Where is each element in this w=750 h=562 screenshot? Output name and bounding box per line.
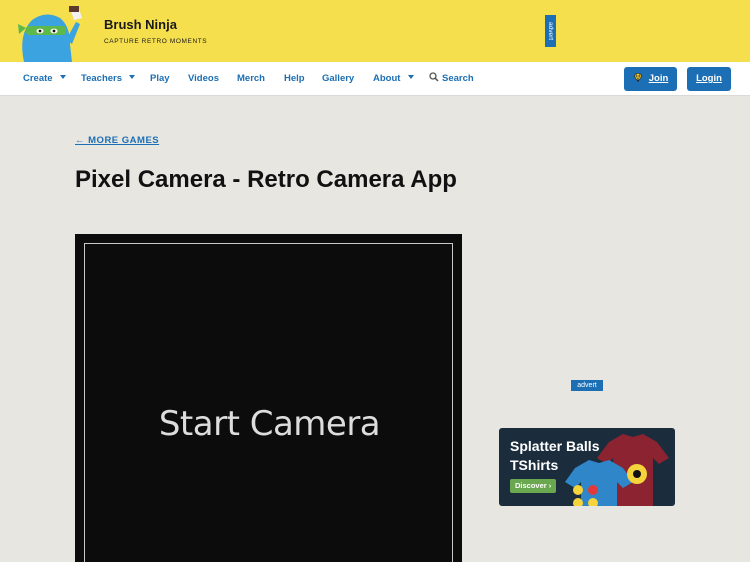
nav-item-about[interactable]: About (373, 62, 400, 96)
nav-item-help[interactable]: Help (284, 62, 305, 96)
gem-icon (633, 73, 643, 82)
ninja-logo-icon[interactable] (16, 4, 88, 62)
ad-headline-2: TShirts (510, 457, 559, 473)
chevron-down-icon[interactable] (129, 75, 135, 79)
nav-item-merch[interactable]: Merch (237, 62, 265, 96)
brand-tagline: CAPTURE RETRO MOMENTS (104, 38, 208, 45)
login-button[interactable]: Login (687, 67, 731, 91)
nav-item-gallery[interactable]: Gallery (322, 62, 354, 96)
nav-item-videos[interactable]: Videos (188, 62, 219, 96)
join-label: Join (648, 73, 669, 84)
site-header: Brush Ninja CAPTURE RETRO MOMENTS advert (0, 0, 750, 62)
nav-item-teachers[interactable]: Teachers (81, 62, 122, 96)
camera-inner-border: Start Camera (84, 243, 453, 562)
tshirt-ad-banner[interactable]: Splatter Balls TShirts Discover › (499, 428, 675, 506)
search-icon (429, 72, 439, 82)
join-button[interactable]: Join (624, 67, 677, 91)
chevron-down-icon[interactable] (60, 75, 66, 79)
ad-headline-1: Splatter Balls (510, 438, 600, 454)
chevron-down-icon[interactable] (408, 75, 414, 79)
nav-item-play[interactable]: Play (150, 62, 170, 96)
start-camera-button[interactable]: Start Camera (85, 404, 454, 444)
search-label: Search (442, 73, 474, 84)
nav-item-create[interactable]: Create (23, 62, 53, 96)
brand-name[interactable]: Brush Ninja (104, 17, 177, 32)
nav-search[interactable]: Search (429, 62, 474, 96)
camera-canvas[interactable]: Start Camera (75, 234, 462, 562)
page-title: Pixel Camera - Retro Camera App (75, 166, 457, 193)
discover-button[interactable]: Discover › (510, 479, 557, 493)
advert-label-vertical: advert (545, 15, 556, 47)
advert-label: advert (571, 380, 603, 391)
more-games-link[interactable]: ← MORE GAMES (75, 135, 159, 146)
main-nav: Create Teachers Play Videos Merch Help G… (0, 62, 750, 96)
